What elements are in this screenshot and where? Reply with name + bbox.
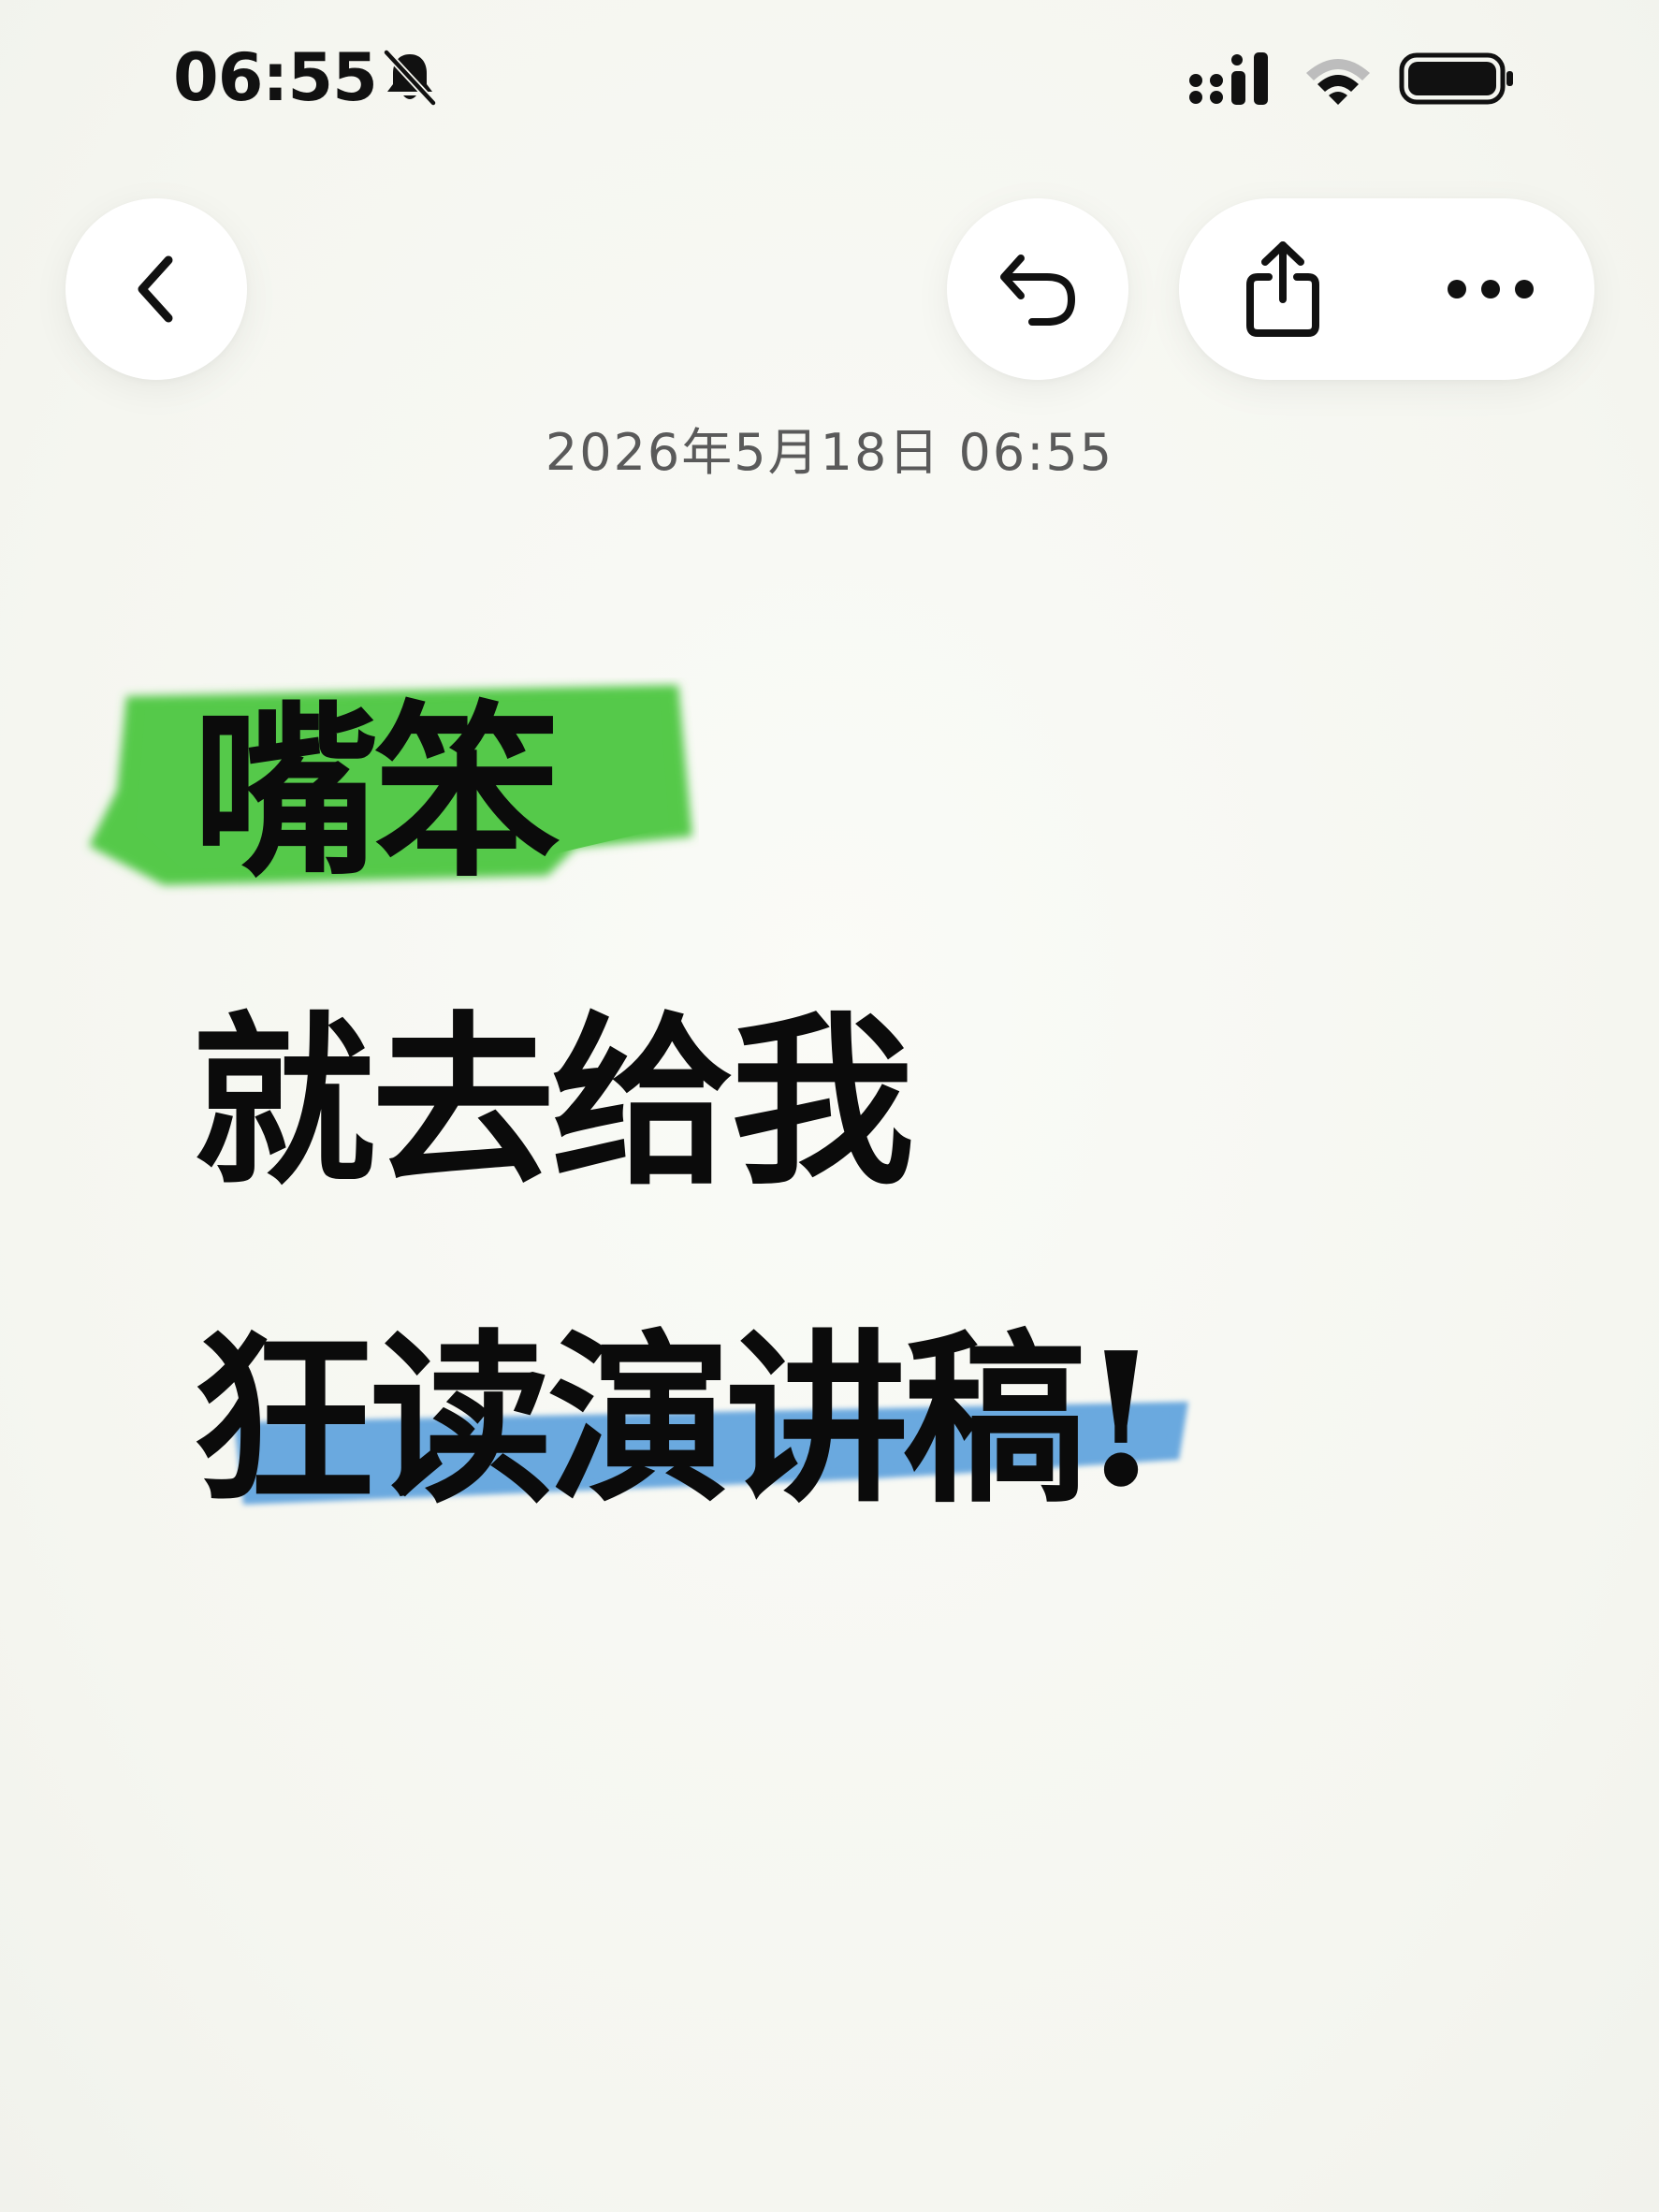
note-line-2: 就去给我 bbox=[192, 995, 914, 1210]
note-line-1: 嘴笨 bbox=[192, 683, 560, 903]
note-body[interactable]: 嘴笨 就去给我 狂读演讲稿! bbox=[0, 0, 1659, 2212]
note-line-3: 狂读演讲稿! bbox=[192, 1313, 1161, 1528]
notes-page: 06:55 2026年5月18日 06:55 嘴笨 就去给我 狂读演讲稿! bbox=[0, 0, 1659, 2212]
